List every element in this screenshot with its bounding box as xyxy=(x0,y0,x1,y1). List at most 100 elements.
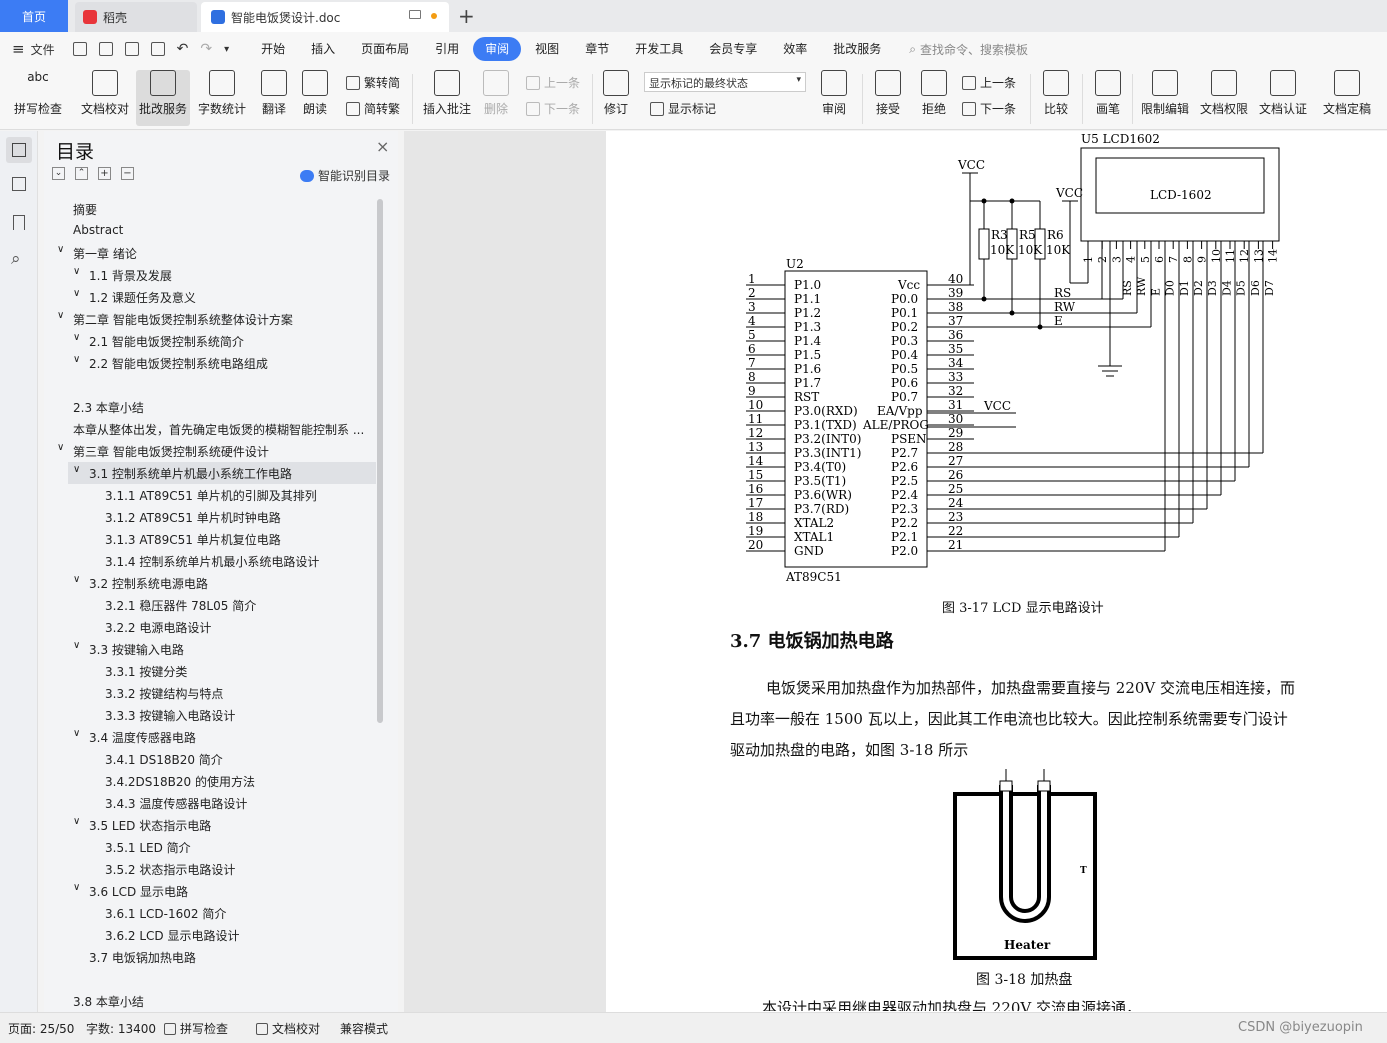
toc-item[interactable]: 3.6.2 LCD 显示电路设计 xyxy=(105,927,239,944)
redo-icon[interactable]: ↷ xyxy=(200,41,212,57)
remove-level-icon[interactable]: − xyxy=(121,167,134,180)
toc-item[interactable]: 3.4.2DS18B20 的使用方法 xyxy=(105,773,255,790)
compare-button[interactable]: 比较 xyxy=(1036,70,1076,126)
bookmark-icon[interactable] xyxy=(13,215,25,230)
status-doccheck[interactable]: 文档校对 xyxy=(256,1020,320,1037)
menu-layout[interactable]: 页面布局 xyxy=(349,37,421,61)
toc-item[interactable]: 3.4.1 DS18B20 简介 xyxy=(105,751,223,768)
to-simplified-button[interactable]: 简转繁 xyxy=(346,100,400,117)
chevron-down-icon[interactable]: ∨ xyxy=(73,332,80,343)
toc-panel-button[interactable] xyxy=(6,137,32,163)
close-icon[interactable]: × xyxy=(376,137,389,156)
toc-item[interactable]: 3.4 温度传感器电路 xyxy=(89,729,196,746)
restrict-edit-button[interactable]: 限制编辑 xyxy=(1138,70,1192,126)
next-comment-button[interactable]: 下一条 xyxy=(526,100,580,117)
to-traditional-button[interactable]: 繁转简 xyxy=(346,74,400,91)
menu-efficiency[interactable]: 效率 xyxy=(771,37,819,61)
toc-item[interactable]: 3.4.3 温度传感器电路设计 xyxy=(105,795,247,812)
accept-button[interactable]: 接受 xyxy=(868,70,908,126)
next-change-button[interactable]: 下一条 xyxy=(962,100,1016,117)
toc-item[interactable]: 3.1.4 控制系统单片机最小系统电路设计 xyxy=(105,553,319,570)
smart-toc-button[interactable]: 智能识别目录 xyxy=(300,167,390,184)
toc-item[interactable]: 2.1 智能电饭煲控制系统简介 xyxy=(89,333,244,350)
more-chevron-icon[interactable]: ▾ xyxy=(224,44,229,55)
toc-item[interactable]: 3.5.2 状态指示电路设计 xyxy=(105,861,235,878)
toc-item[interactable]: 3.3 按键输入电路 xyxy=(89,641,184,658)
toc-item[interactable]: 3.1.3 AT89C51 单片机复位电路 xyxy=(105,531,281,548)
tab-daoke[interactable]: 稻壳 xyxy=(75,2,197,32)
doccheck-button[interactable]: 文档校对 xyxy=(76,70,134,126)
toc-item[interactable]: 3.3.2 按键结构与特点 xyxy=(105,685,223,702)
print-preview-icon[interactable] xyxy=(150,42,165,56)
toc-item[interactable]: 3.3.3 按键输入电路设计 xyxy=(105,707,235,724)
toc-item[interactable]: 3.5 LED 状态指示电路 xyxy=(89,817,211,834)
read-aloud-button[interactable]: 朗读 xyxy=(298,70,332,126)
display-state-select[interactable]: 显示标记的最终状态 ▾ xyxy=(644,72,806,92)
chevron-down-icon[interactable]: ∨ xyxy=(57,244,64,255)
menu-revise-service[interactable]: 批改服务 xyxy=(821,37,893,61)
chevron-down-icon[interactable]: ∨ xyxy=(57,310,64,321)
tab-home[interactable]: 首页 xyxy=(0,0,68,32)
reject-button[interactable]: 拒绝 xyxy=(914,70,954,126)
screen-icon[interactable] xyxy=(409,10,421,19)
chevron-down-icon[interactable]: ∨ xyxy=(73,354,80,365)
menu-reference[interactable]: 引用 xyxy=(423,37,471,61)
doc-finalize-button[interactable]: 文档定稿 xyxy=(1318,70,1376,126)
toc-item[interactable]: 2.2 智能电饭煲控制系统电路组成 xyxy=(89,355,268,372)
wordcount-button[interactable]: 字数统计 xyxy=(194,70,250,126)
expand-up-icon[interactable]: ⌃ xyxy=(75,167,88,180)
command-search[interactable]: ⌕ 查找命令、搜索模板 xyxy=(909,41,1028,58)
toc-item[interactable]: 3.6 LCD 显示电路 xyxy=(89,883,188,900)
show-markup-button[interactable]: 显示标记 xyxy=(650,100,716,117)
doc-permission-button[interactable]: 文档权限 xyxy=(1197,70,1251,126)
toc-scrollbar[interactable] xyxy=(377,199,383,723)
toc-item[interactable]: 本章从整体出发，首先确定电饭煲的模糊智能控制系 ... xyxy=(73,421,364,438)
chevron-down-icon[interactable]: ∨ xyxy=(73,640,80,651)
menu-view[interactable]: 视图 xyxy=(523,37,571,61)
doc-certify-button[interactable]: 文档认证 xyxy=(1256,70,1310,126)
collapse-all-icon[interactable]: ⌄ xyxy=(52,167,65,180)
toc-item[interactable]: 1.2 课题任务及意义 xyxy=(89,289,196,306)
toc-item[interactable]: 2.3 本章小结 xyxy=(73,399,144,416)
add-level-icon[interactable]: + xyxy=(98,167,111,180)
menu-start[interactable]: 开始 xyxy=(249,37,297,61)
chevron-down-icon[interactable]: ∨ xyxy=(73,288,80,299)
undo-icon[interactable]: ↶ xyxy=(177,41,189,57)
chevron-down-icon[interactable]: ∨ xyxy=(73,728,80,739)
insert-comment-button[interactable]: 插入批注 xyxy=(420,70,474,126)
toc-item[interactable]: 3.2 控制系统电源电路 xyxy=(89,575,208,592)
toc-item[interactable]: 3.3.1 按键分类 xyxy=(105,663,187,680)
menu-developer[interactable]: 开发工具 xyxy=(623,37,695,61)
toc-item[interactable]: 3.5.1 LED 简介 xyxy=(105,839,191,856)
menu-review[interactable]: 审阅 xyxy=(473,37,522,61)
chevron-down-icon[interactable]: ∨ xyxy=(73,464,80,475)
print-icon[interactable] xyxy=(124,42,139,56)
spellcheck-button[interactable]: abc 拼写检查 xyxy=(8,70,68,126)
prev-comment-button[interactable]: 上一条 xyxy=(526,74,580,91)
toc-item[interactable]: 3.6.1 LCD-1602 简介 xyxy=(105,905,226,922)
toc-item[interactable]: 3.1.1 AT89C51 单片机的引脚及其排列 xyxy=(105,487,317,504)
chapter-nav-icon[interactable] xyxy=(12,177,26,191)
search-icon[interactable]: ⌕ xyxy=(11,249,21,269)
menu-member[interactable]: 会员专享 xyxy=(697,37,769,61)
track-changes-button[interactable]: 修订 xyxy=(598,70,634,126)
toc-item[interactable]: 1.1 背景及发展 xyxy=(89,267,172,284)
revise-service-button[interactable]: 批改服务 xyxy=(136,70,190,126)
toc-item[interactable]: 第三章 智能电饭煲控制系统硬件设计 xyxy=(73,443,269,460)
save-icon[interactable] xyxy=(72,42,87,56)
toc-item[interactable]: 3.2.2 电源电路设计 xyxy=(105,619,211,636)
toc-item[interactable]: 第二章 智能电饭煲控制系统整体设计方案 xyxy=(73,311,293,328)
menu-insert[interactable]: 插入 xyxy=(299,37,347,61)
toc-item[interactable]: 第一章 绪论 xyxy=(73,245,137,262)
chevron-down-icon[interactable]: ∨ xyxy=(73,574,80,585)
file-menu[interactable]: ≡ 文件 xyxy=(0,40,55,58)
toc-item[interactable]: 摘要 xyxy=(73,201,97,218)
toc-item[interactable]: 3.7 电饭锅加热电路 xyxy=(89,949,196,966)
toc-item[interactable]: 3.8 本章小结 xyxy=(73,993,144,1010)
status-spellcheck[interactable]: 拼写检查 xyxy=(164,1020,228,1037)
word-count[interactable]: 字数: 13400 xyxy=(86,1020,156,1037)
chevron-down-icon[interactable]: ∨ xyxy=(57,442,64,453)
pen-button[interactable]: 画笔 xyxy=(1090,70,1126,126)
chevron-down-icon[interactable]: ∨ xyxy=(73,266,80,277)
export-pdf-icon[interactable] xyxy=(98,42,113,56)
